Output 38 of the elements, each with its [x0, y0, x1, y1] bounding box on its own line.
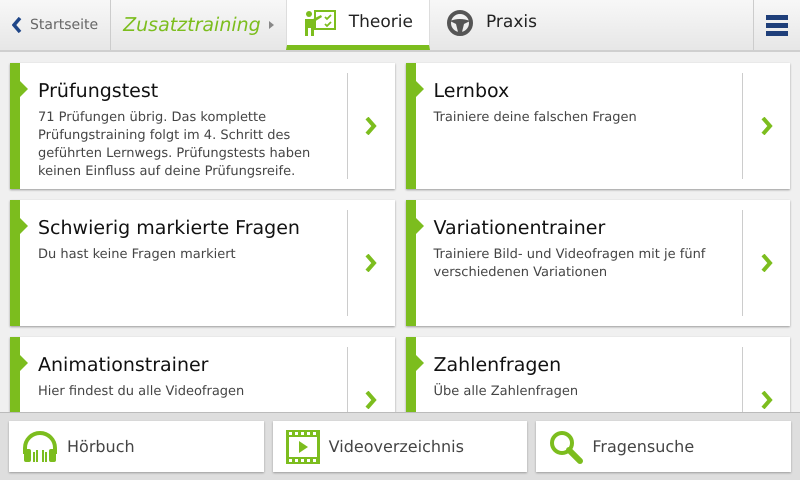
chevron-icon [365, 254, 377, 272]
card-description: Trainiere Bild- und Videofragen mit je fünf verschiedenen Variationen [434, 246, 707, 282]
chevron-icon [365, 391, 377, 409]
search-icon [548, 428, 584, 464]
menu-card[interactable]: Zahlenfragen Übe alle Zahlenfragen [406, 337, 790, 412]
menu-card[interactable]: Lernbox Trainiere deine falschen Fragen [406, 63, 790, 189]
card-description: 71 Prüfungen übrig. Das komplette Prüfungstraining folgt im 4. Schritt des geführten Lernwegs. Prüfungstests haben keinen Einfluss auf deine Prüfungsreife. [38, 109, 312, 181]
chevron-icon [760, 391, 772, 409]
nav-tab[interactable]: Theorie [286, 0, 430, 50]
menu-icon [766, 13, 788, 37]
caret-icon [268, 21, 274, 29]
back-button[interactable]: Startseite [0, 0, 112, 50]
card-title: Zahlenfragen [434, 353, 562, 378]
card-title: Variationentrainer [434, 216, 606, 241]
card-description: Du hast keine Fragen markiert [38, 246, 237, 264]
chevron-icon [760, 254, 772, 272]
card-title: Prüfungstest [38, 79, 160, 104]
chevron-icon [365, 117, 377, 135]
card-description: Übe alle Zahlenfragen [434, 383, 580, 401]
card-description: Trainiere deine falschen Fragen [434, 109, 638, 127]
back-chevron-icon [12, 17, 22, 33]
card-description: Hier findest du alle Videofragen [38, 383, 246, 401]
menu-card[interactable]: Prüfungstest 71 Prüfungen übrig. Das komplette Prüfungstraining folgt im 4. Schritt des geführten Lernwegs. Prüfungstests haben keinen Einfluss auf deine Prüfungsreife. [10, 63, 394, 189]
card-title: Lernbox [434, 79, 510, 104]
menu-card[interactable]: Animationstrainer Hier findest du alle Videofragen [10, 337, 394, 412]
menu-card[interactable]: Schwierig markierte Fragen Du hast keine Fragen markiert [10, 200, 394, 326]
steering-wheel-icon [446, 8, 474, 36]
bottom-button[interactable]: Videoverzeichnis [272, 421, 528, 472]
card-title: Schwierig markierte Fragen [38, 216, 301, 241]
bottom-button[interactable]: Hörbuch [9, 421, 264, 472]
chevron-icon [760, 117, 772, 135]
nav-tab[interactable]: Praxis [430, 0, 553, 50]
card-title: Animationstrainer [38, 353, 210, 378]
headphones-icon [21, 430, 59, 464]
menu-card[interactable]: Variationentrainer Trainiere Bild- und Videofragen mit je fünf verschiedenen Variationen [406, 200, 790, 326]
teacher-icon [302, 8, 337, 36]
bottom-button[interactable]: Fragensuche [536, 421, 792, 472]
film-icon [284, 428, 321, 464]
